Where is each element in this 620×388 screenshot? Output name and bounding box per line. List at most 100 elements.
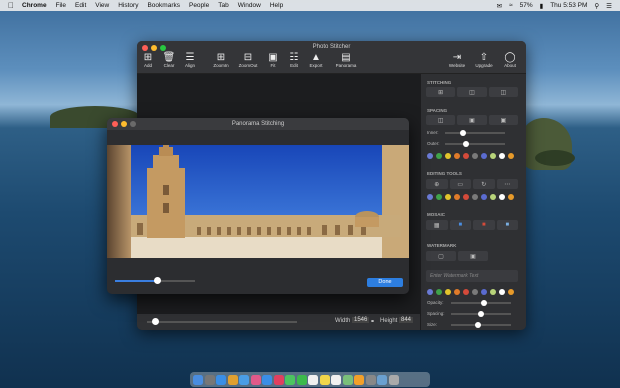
- dialog-slider-knob[interactable]: [153, 277, 161, 284]
- sketch-icon[interactable]: [354, 374, 364, 385]
- color-swatch[interactable]: [427, 194, 433, 200]
- color-swatch[interactable]: [499, 153, 505, 159]
- dialog-zoom-button[interactable]: [130, 121, 136, 127]
- horizontal-stitch-icon[interactable]: ⊞: [426, 87, 456, 97]
- edit-button[interactable]: ☷ Edit: [283, 52, 305, 68]
- about-button[interactable]: ◯ About: [499, 52, 521, 68]
- watermark-image-icon[interactable]: ▢: [426, 251, 456, 261]
- panorama-button[interactable]: ▤ Panorama: [332, 52, 360, 68]
- more-icon[interactable]: ⋯: [496, 179, 518, 189]
- spacing-outer-icon[interactable]: ▣: [457, 115, 487, 125]
- color-swatch[interactable]: [490, 194, 496, 200]
- mosaic-blur-icon[interactable]: ■: [496, 220, 518, 230]
- color-swatch[interactable]: [454, 194, 460, 200]
- align-button[interactable]: ☰ Align: [179, 52, 201, 68]
- battery-percent[interactable]: 57%: [520, 2, 533, 9]
- color-swatch[interactable]: [463, 153, 469, 159]
- color-swatch[interactable]: [508, 153, 514, 159]
- inner-slider-knob[interactable]: [460, 130, 466, 136]
- dialog-close-button[interactable]: [112, 121, 118, 127]
- color-swatch[interactable]: [472, 194, 478, 200]
- dialog-minimize-button[interactable]: [121, 121, 127, 127]
- upgrade-button[interactable]: ⇧ Upgrade: [473, 52, 495, 68]
- color-swatch[interactable]: [436, 194, 442, 200]
- color-swatch[interactable]: [499, 289, 505, 295]
- color-swatch[interactable]: [481, 194, 487, 200]
- grid-stitch-icon[interactable]: ◫: [488, 87, 518, 97]
- messages-icon[interactable]: [285, 374, 295, 385]
- mosaic-red-icon[interactable]: ■: [473, 220, 495, 230]
- battery-icon[interactable]: ▮: [540, 2, 544, 10]
- height-field[interactable]: 844: [399, 317, 414, 323]
- opacity-slider-knob[interactable]: [481, 300, 487, 306]
- spacing-inner-icon[interactable]: ◫: [426, 115, 456, 125]
- crop-icon[interactable]: ⊕: [426, 179, 448, 189]
- app-store-icon[interactable]: [262, 374, 272, 385]
- size-slider-track[interactable]: [451, 324, 511, 326]
- search-icon[interactable]: ⚲: [594, 2, 599, 10]
- color-swatch[interactable]: [472, 289, 478, 295]
- watermark-spacing-slider-knob[interactable]: [478, 311, 484, 317]
- aspect-icon[interactable]: ▭: [449, 179, 471, 189]
- color-swatch[interactable]: [490, 153, 496, 159]
- menu-app-name[interactable]: Chrome: [22, 2, 47, 9]
- color-swatch[interactable]: [445, 194, 451, 200]
- color-swatch[interactable]: [472, 153, 478, 159]
- menu-view[interactable]: View: [95, 2, 109, 9]
- website-button[interactable]: ⇥ Website: [446, 52, 468, 68]
- watermark-text-input[interactable]: Enter Watermark Text: [426, 270, 518, 282]
- mosaic-blue-icon[interactable]: ■: [449, 220, 471, 230]
- spacing-all-icon[interactable]: ▣: [488, 115, 518, 125]
- done-button[interactable]: Done: [367, 278, 403, 287]
- maps-icon[interactable]: [342, 374, 353, 385]
- vertical-stitch-icon[interactable]: ◫: [457, 87, 487, 97]
- menu-bookmarks[interactable]: Bookmarks: [147, 2, 180, 9]
- music-icon[interactable]: [273, 374, 284, 385]
- menu-edit[interactable]: Edit: [75, 2, 86, 9]
- lock-icon[interactable]: ⚭: [370, 318, 375, 325]
- mail-icon[interactable]: [239, 374, 249, 385]
- clear-button[interactable]: 🗑 Clear: [158, 52, 180, 68]
- outer-slider-track[interactable]: [445, 143, 505, 145]
- color-swatch[interactable]: [499, 194, 505, 200]
- zoom-slider-knob[interactable]: [151, 318, 159, 325]
- watermark-text-icon[interactable]: ▣: [458, 251, 488, 261]
- color-swatch[interactable]: [490, 289, 496, 295]
- color-swatch[interactable]: [481, 289, 487, 295]
- add-button[interactable]: ⊞ Add: [137, 52, 159, 68]
- color-swatch[interactable]: [436, 153, 442, 159]
- safari-icon[interactable]: [216, 374, 226, 385]
- zoomout-button[interactable]: ⊟ ZoomOut: [237, 52, 259, 68]
- width-field[interactable]: 1546: [352, 317, 370, 323]
- calendar-icon[interactable]: [308, 374, 318, 385]
- zoomin-button[interactable]: ⊞ ZoomIn: [210, 52, 232, 68]
- export-button[interactable]: ▲ Export: [305, 52, 327, 68]
- color-swatch[interactable]: [445, 289, 451, 295]
- mosaic-pixel-icon[interactable]: ▦: [426, 220, 448, 230]
- menu-file[interactable]: File: [56, 2, 66, 9]
- outer-slider-knob[interactable]: [463, 141, 469, 147]
- color-swatch[interactable]: [481, 153, 487, 159]
- reminders-icon[interactable]: [331, 374, 341, 385]
- menu-people[interactable]: People: [189, 2, 209, 9]
- size-slider-knob[interactable]: [475, 322, 481, 328]
- clock[interactable]: Thu 5:53 PM: [550, 2, 587, 9]
- color-swatch[interactable]: [445, 153, 451, 159]
- apple-icon[interactable]: : [8, 1, 14, 10]
- inner-slider-track[interactable]: [445, 132, 505, 134]
- color-swatch[interactable]: [454, 289, 460, 295]
- color-swatch[interactable]: [427, 289, 433, 295]
- photos-icon[interactable]: [250, 374, 261, 385]
- menu-tab[interactable]: Tab: [218, 2, 228, 9]
- color-swatch[interactable]: [436, 289, 442, 295]
- notes-icon[interactable]: [319, 374, 330, 385]
- mail-icon[interactable]: ✉: [497, 2, 502, 10]
- menu-window[interactable]: Window: [238, 2, 261, 9]
- launchpad-icon[interactable]: [204, 374, 215, 385]
- menu-help[interactable]: Help: [270, 2, 283, 9]
- wifi-icon[interactable]: ≈: [509, 2, 513, 9]
- zoom-slider-track[interactable]: [147, 321, 297, 323]
- system-preferences-icon[interactable]: [365, 374, 376, 385]
- color-swatch[interactable]: [463, 194, 469, 200]
- menu-history[interactable]: History: [118, 2, 138, 9]
